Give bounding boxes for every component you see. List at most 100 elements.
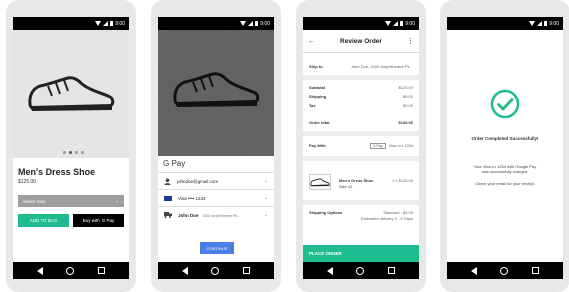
shipping-options-row[interactable]: Shipping Options Standard - $5.00 <box>309 210 413 215</box>
shipping-address-row[interactable]: John Doe 1600 Amphitheatre Pk... ⌄ <box>158 206 274 223</box>
status-bar: 9:00 <box>13 17 129 30</box>
shoe-icon <box>173 72 260 107</box>
screen: 9:00 Order Completed Successfully! Your … <box>447 17 563 279</box>
shoe-icon <box>310 178 330 187</box>
shoe-icon <box>28 76 115 111</box>
place-order-button[interactable]: PLACE ORDER <box>303 245 419 262</box>
recent-apps-icon[interactable] <box>243 267 251 274</box>
battery-icon <box>110 21 114 26</box>
chevron-down-icon: ⌄ <box>115 198 119 203</box>
wifi-icon <box>240 21 247 26</box>
status-bar: 9:00 <box>447 17 563 30</box>
dimmed-background[interactable] <box>158 30 274 156</box>
carousel-dot <box>63 151 66 154</box>
battery-icon <box>544 21 548 26</box>
phone-order-confirmation: 9:00 Order Completed Successfully! Your … <box>440 0 569 292</box>
battery-icon <box>255 21 259 26</box>
tax-label: Tax <box>309 103 316 108</box>
screen: 9:00 G Pay johndoe@gmail.com ⌄ Visa ••••… <box>158 17 274 279</box>
divider <box>303 200 419 205</box>
carousel-dot <box>75 151 78 154</box>
pay-with-row[interactable]: Pay With G Pay Visa •••• 1234 <box>309 143 413 149</box>
chevron-down-icon: ⌄ <box>263 195 268 201</box>
screen: 9:00 Men's Dress Shoe $125.00 Select Siz… <box>13 17 129 279</box>
carousel-dot <box>81 151 84 154</box>
back-icon[interactable] <box>36 266 43 275</box>
payment-method-row[interactable]: Visa •••• 1234 ⌄ <box>158 189 274 206</box>
add-to-bag-button[interactable]: ADD TO BAG <box>18 214 69 227</box>
phone-review-order: 9:00 ← Review Order ⋮ Ship to John Doe, … <box>296 0 426 292</box>
battery-icon <box>400 21 404 26</box>
ship-to-row[interactable]: Ship to John Doe, 1600 Amphitheatre Pk..… <box>309 64 413 69</box>
home-icon[interactable] <box>356 266 365 275</box>
size-select-label: Select Size <box>23 198 46 204</box>
shipping-value: $5.00 <box>402 94 413 99</box>
chevron-down-icon: ⌄ <box>263 178 268 184</box>
status-time: 9:00 <box>115 20 125 27</box>
status-bar: 9:00 <box>158 17 274 30</box>
home-icon[interactable] <box>66 266 75 275</box>
account-row[interactable]: johndoe@gmail.com ⌄ <box>158 172 274 189</box>
phone-gpay-sheet: 9:00 G Pay johndoe@gmail.com ⌄ Visa ••••… <box>151 0 281 292</box>
account-icon <box>164 178 171 185</box>
carousel-indicator <box>63 151 84 154</box>
product-image-carousel[interactable] <box>13 30 129 158</box>
subtotal-row: Subtotal $125.00 <box>309 85 413 90</box>
shipping-label: Shipping <box>309 94 327 99</box>
divider <box>303 156 419 161</box>
subtotal-label: Subtotal <box>309 85 325 90</box>
nav-bar <box>158 262 274 279</box>
shipping-address: John Doe 1600 Amphitheatre Pk... <box>178 213 258 218</box>
nav-bar <box>447 262 563 279</box>
recent-apps-icon[interactable] <box>532 267 540 274</box>
signal-icon <box>103 21 109 26</box>
item-size-row: Size 12 <box>339 184 413 189</box>
truck-icon <box>164 212 172 218</box>
gpay-payment-sheet: G Pay johndoe@gmail.com ⌄ Visa •••• 1234… <box>158 156 274 262</box>
tax-row: Tax $0.00 <box>309 103 413 108</box>
recent-apps-icon[interactable] <box>98 267 106 274</box>
buy-with-gpay-button[interactable]: Buy with G Pay <box>73 214 124 227</box>
shipping-options-label: Shipping Options <box>309 210 343 215</box>
item-size: Size 12 <box>339 184 353 189</box>
nav-bar <box>13 262 129 279</box>
divider <box>303 131 419 136</box>
home-icon[interactable] <box>211 266 220 275</box>
tax-value: $0.00 <box>402 103 413 108</box>
pay-with-card: Visa •••• 1234 <box>388 143 413 148</box>
email-note: Check your email for your receipt. <box>475 181 535 186</box>
account-email: johndoe@gmail.com <box>177 178 219 184</box>
wifi-icon <box>529 21 536 26</box>
nav-bar <box>303 262 419 279</box>
order-total-value: $130.00 <box>398 120 413 125</box>
shipping-option-sub: Estimated delivery 3 - 5 Days <box>360 216 413 221</box>
status-time: 9:00 <box>260 20 270 27</box>
app-bar: ← Review Order ⋮ <box>303 30 419 53</box>
more-vert-icon[interactable]: ⋮ <box>407 37 414 45</box>
size-select[interactable]: Select Size ⌄ <box>18 195 124 207</box>
recent-apps-icon[interactable] <box>388 267 396 274</box>
wifi-icon <box>95 21 102 26</box>
arrow-back-icon[interactable]: ← <box>308 38 315 45</box>
back-icon[interactable] <box>326 266 333 275</box>
signal-icon <box>248 21 254 26</box>
back-icon[interactable] <box>181 266 188 275</box>
card-label: Visa •••• 1234 <box>178 195 206 201</box>
divider <box>303 75 419 80</box>
phone-product-detail: 9:00 Men's Dress Shoe $125.00 Select Siz… <box>6 0 136 292</box>
chevron-down-icon: ⌄ <box>263 212 268 218</box>
home-icon[interactable] <box>500 266 509 275</box>
signal-icon <box>537 21 543 26</box>
item-row: Men's Dress Shoe 1 x $125.00 <box>339 178 413 183</box>
product-thumbnail <box>309 174 331 190</box>
ship-to-label: Ship to <box>309 64 323 69</box>
wifi-icon <box>385 21 392 26</box>
screen: 9:00 ← Review Order ⋮ Ship to John Doe, … <box>303 17 419 279</box>
buy-with-label: Buy with <box>82 218 100 223</box>
back-icon[interactable] <box>470 266 477 275</box>
gpay-logo-text: G Pay <box>101 218 115 223</box>
product-price: $125.00 <box>18 179 37 185</box>
order-total-label: Order total <box>309 120 330 125</box>
continue-button[interactable]: CONTINUE <box>200 242 234 254</box>
card-icon <box>164 195 172 201</box>
